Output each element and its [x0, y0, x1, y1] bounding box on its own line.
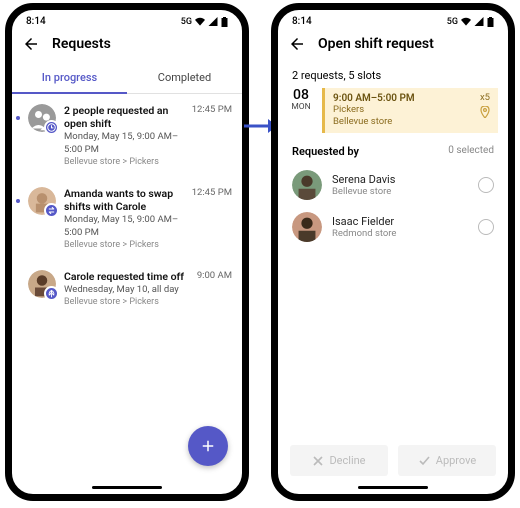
- approve-button[interactable]: Approve: [398, 445, 496, 476]
- requester-row[interactable]: Isaac Fielder Redmond store: [278, 206, 508, 248]
- signal-icon: [474, 17, 484, 26]
- shift-row: 08 MON 9:00 AM–5:00 PM Pickers Bellevue …: [288, 88, 498, 133]
- requested-by-header: Requested by 0 selected: [278, 143, 508, 164]
- request-meta: Bellevue store > Pickers: [64, 297, 189, 307]
- plus-icon: [199, 437, 217, 455]
- unread-dot: [16, 282, 20, 286]
- location-pin-icon: [480, 106, 490, 121]
- battery-icon: [221, 17, 228, 27]
- request-title: 2 people requested an open shift: [64, 104, 184, 130]
- request-title: Amanda wants to swap shifts with Carole: [64, 187, 184, 213]
- person-store: Bellevue store: [332, 186, 468, 197]
- request-time: 12:45 PM: [192, 104, 232, 167]
- request-subtitle: Monday, May 15, 9:00 AM–5:00 PM: [64, 214, 184, 239]
- timeoff-badge-icon: [44, 286, 59, 301]
- person-name: Serena Davis: [332, 173, 468, 186]
- avatar: [28, 187, 56, 215]
- battery-icon: [487, 17, 494, 27]
- phone-requests-list: 8:14 5G Requests In progress Completed 2…: [5, 3, 249, 501]
- request-item[interactable]: Carole requested time off Wednesday, May…: [12, 260, 242, 317]
- decline-button[interactable]: Decline: [290, 445, 388, 476]
- requested-by-label: Requested by: [292, 145, 359, 158]
- unread-dot: [16, 116, 20, 120]
- request-subtitle: Monday, May 15, 9:00 AM–5:00 PM: [64, 131, 184, 156]
- header: Requests: [12, 29, 242, 63]
- requests-summary: 2 requests, 5 slots: [278, 63, 508, 86]
- check-icon: [418, 455, 431, 467]
- home-indicator: [92, 486, 162, 489]
- avatar: [28, 270, 56, 298]
- shift-card[interactable]: 9:00 AM–5:00 PM Pickers Bellevue store x…: [322, 88, 498, 133]
- request-list: 2 people requested an open shift Monday,…: [12, 94, 242, 317]
- fab-add-button[interactable]: [188, 426, 228, 466]
- header: Open shift request: [278, 29, 508, 63]
- status-bar: 8:14 5G: [12, 10, 242, 29]
- avatar: [292, 170, 322, 200]
- tab-completed[interactable]: Completed: [127, 63, 242, 93]
- shift-location: Bellevue store: [333, 116, 490, 128]
- request-subtitle: Wednesday, May 10, all day: [64, 284, 189, 296]
- unread-dot: [16, 199, 20, 203]
- selected-count: 0 selected: [448, 145, 494, 158]
- home-indicator: [358, 486, 428, 489]
- tab-in-progress[interactable]: In progress: [12, 63, 127, 93]
- wifi-icon: [195, 17, 205, 26]
- requester-row[interactable]: Serena Davis Bellevue store: [278, 164, 508, 206]
- page-title: Open shift request: [318, 36, 434, 52]
- back-icon[interactable]: [288, 35, 306, 53]
- status-time: 8:14: [26, 16, 46, 27]
- select-radio[interactable]: [478, 219, 494, 235]
- action-bar: Decline Approve: [290, 445, 496, 476]
- tabs: In progress Completed: [12, 63, 242, 94]
- status-icons: 5G: [181, 17, 228, 27]
- request-item[interactable]: Amanda wants to swap shifts with Carole …: [12, 177, 242, 260]
- page-title: Requests: [52, 36, 111, 52]
- shift-date: 08 MON: [288, 88, 314, 133]
- request-title: Carole requested time off: [64, 270, 189, 283]
- wifi-icon: [461, 17, 471, 26]
- request-meta: Bellevue store > Pickers: [64, 157, 184, 167]
- phone-open-shift-request: 8:14 5G Open shift request 2 requests, 5…: [271, 3, 515, 501]
- person-store: Redmond store: [332, 228, 468, 239]
- clock-badge-icon: [44, 120, 59, 135]
- shift-time: 9:00 AM–5:00 PM: [333, 93, 490, 104]
- signal-icon: [208, 17, 218, 26]
- status-time: 8:14: [292, 16, 312, 27]
- request-time: 12:45 PM: [192, 187, 232, 250]
- back-icon[interactable]: [22, 35, 40, 53]
- select-radio[interactable]: [478, 177, 494, 193]
- shift-slot-count: x5: [480, 92, 490, 103]
- swap-badge-icon: [44, 203, 59, 218]
- avatar: [28, 104, 56, 132]
- avatar: [292, 212, 322, 242]
- shift-team: Pickers: [333, 104, 490, 116]
- close-icon: [312, 455, 324, 467]
- request-item[interactable]: 2 people requested an open shift Monday,…: [12, 94, 242, 177]
- request-time: 9:00 AM: [197, 270, 232, 307]
- person-name: Isaac Fielder: [332, 215, 468, 228]
- request-meta: Bellevue store > Pickers: [64, 240, 184, 250]
- status-bar: 8:14 5G: [278, 10, 508, 29]
- status-icons: 5G: [447, 17, 494, 27]
